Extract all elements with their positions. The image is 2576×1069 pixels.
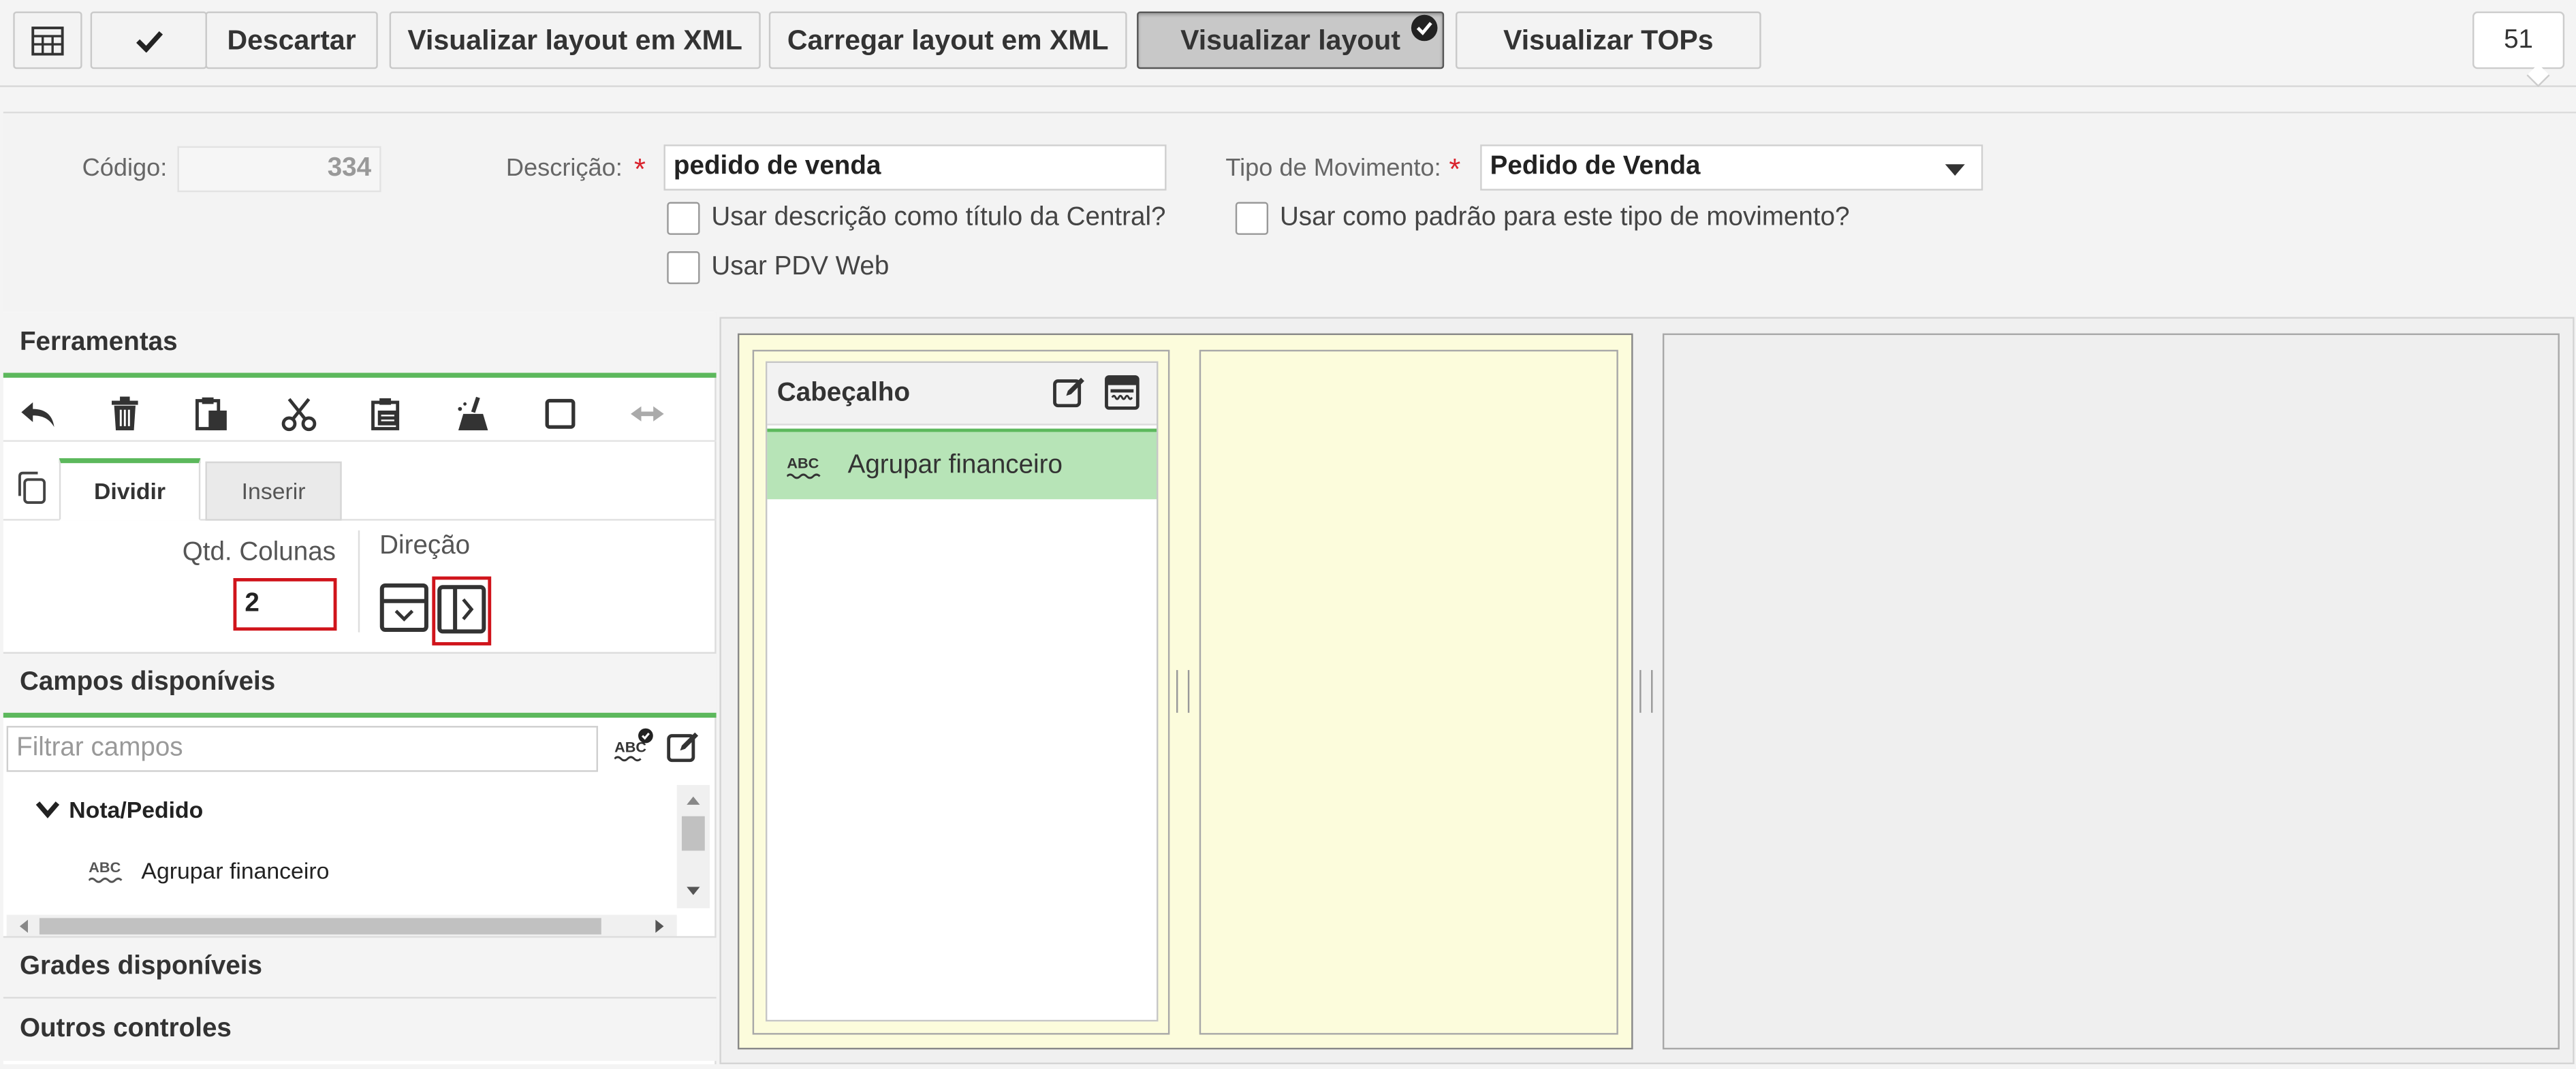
confirm-button[interactable]: [90, 11, 207, 69]
check-icon: [134, 29, 163, 52]
fields-horizontal-scrollbar[interactable]: [6, 914, 677, 938]
checkbox-box[interactable]: [667, 251, 700, 285]
broom-icon[interactable]: [455, 396, 491, 432]
use-default-checkbox[interactable]: Usar como padrão para este tipo de movim…: [1235, 202, 1850, 235]
other-controls-header[interactable]: Outros controles: [3, 997, 717, 1062]
view-xml-button[interactable]: Visualizar layout em XML: [389, 11, 761, 69]
header-card[interactable]: Cabeçalho ABC Agrupar financeiro: [765, 361, 1159, 1022]
movement-type-label: Tipo de Movimento:: [1225, 154, 1441, 182]
view-layout-label: Visualizar layout: [1180, 23, 1401, 55]
card-title-label: Cabeçalho: [776, 378, 911, 406]
checkbox-box[interactable]: [1235, 202, 1269, 235]
toolbar: Descartar Visualizar layout em XML Carre…: [0, 0, 2576, 88]
description-field[interactable]: pedido de venda: [663, 144, 1167, 191]
copy-icon[interactable]: [15, 470, 48, 514]
square-icon[interactable]: [542, 396, 578, 432]
svg-text:ABC: ABC: [89, 859, 121, 876]
abc-icon: ABC: [89, 859, 123, 883]
canvas-field-agrupar-financeiro[interactable]: ABC Agrupar financeiro: [767, 428, 1157, 500]
tree-item-agrupar-financeiro[interactable]: ABC Agrupar financeiro: [89, 856, 329, 885]
qty-columns-label: Qtd. Colunas: [182, 539, 336, 567]
tools-tabs: Dividir Inserir: [3, 442, 717, 521]
load-xml-button[interactable]: Carregar layout em XML: [768, 11, 1127, 69]
description-label: Descrição:: [505, 154, 623, 182]
cut-icon[interactable]: [281, 396, 317, 432]
swap-arrows-icon: [629, 396, 665, 432]
tree-item-label: Agrupar financeiro: [141, 857, 330, 884]
canvas-field-label: Agrupar financeiro: [847, 451, 1063, 479]
tab-inserir[interactable]: Inserir: [205, 461, 342, 521]
movement-type-value: Pedido de Venda: [1490, 153, 1701, 181]
tools-icons-row: [3, 384, 717, 442]
required-mark: *: [634, 153, 646, 186]
paste-icon[interactable]: [194, 396, 230, 432]
movement-type-select[interactable]: Pedido de Venda: [1480, 144, 1983, 191]
fields-header[interactable]: Campos disponíveis: [3, 652, 717, 718]
grid-view-button[interactable]: [13, 11, 82, 69]
split-vertical-icon: [379, 583, 428, 633]
svg-text:ABC: ABC: [787, 453, 819, 470]
use-description-title-label: Usar descrição como título da Central?: [711, 204, 1166, 232]
use-default-label: Usar como padrão para este tipo de movim…: [1279, 204, 1850, 232]
use-pdv-web-checkbox[interactable]: Usar PDV Web: [667, 251, 890, 285]
tree-group-label: Nota/Pedido: [69, 796, 204, 823]
fields-vertical-scrollbar[interactable]: [676, 784, 710, 908]
code-field: 334: [177, 146, 381, 193]
view-layout-button[interactable]: Visualizar layout: [1137, 11, 1445, 69]
trash-icon[interactable]: [107, 396, 143, 432]
tools-header[interactable]: Ferramentas: [3, 312, 717, 378]
chevron-down-icon: [1945, 164, 1965, 176]
grids-header[interactable]: Grades disponíveis: [3, 936, 717, 998]
tree-group-nota-pedido[interactable]: Nota/Pedido: [35, 796, 204, 823]
notification-counter[interactable]: 51: [2472, 11, 2565, 69]
edit-icon[interactable]: [665, 729, 702, 773]
direction-label: Direção: [379, 532, 471, 560]
split-horizontal-icon: [437, 585, 486, 634]
header-card-title: Cabeçalho: [767, 363, 1157, 426]
code-label: Código:: [82, 154, 168, 182]
direction-horizontal-button[interactable]: [437, 584, 486, 635]
tab-dividir[interactable]: Dividir: [59, 458, 201, 521]
view-tops-button[interactable]: Visualizar TOPs: [1456, 11, 1761, 69]
abc-check-icon[interactable]: ABC: [614, 728, 654, 776]
filter-fields-input[interactable]: Filtrar campos: [6, 726, 598, 772]
grid-icon: [31, 25, 64, 55]
check-badge-icon: [1411, 14, 1438, 42]
direction-vertical-button[interactable]: [379, 583, 429, 633]
chevron-down-icon: [35, 801, 60, 818]
checkbox-box[interactable]: [667, 202, 700, 235]
layout-form: Código: 334 Descrição: * pedido de venda…: [3, 112, 2576, 310]
preview-area: [1662, 333, 2560, 1050]
edit-icon[interactable]: [1052, 374, 1088, 419]
column-splitter[interactable]: [1176, 670, 1190, 713]
undo-icon[interactable]: [20, 396, 56, 432]
required-mark: *: [1449, 153, 1461, 186]
panel-icon[interactable]: [1104, 374, 1140, 419]
layout-editor: Descartar Visualizar layout em XML Carre…: [0, 0, 2576, 1069]
abc-icon: ABC: [787, 453, 821, 479]
column-splitter[interactable]: [1639, 670, 1653, 713]
qty-columns-input[interactable]: 2: [233, 578, 337, 631]
layout-column-2[interactable]: [1199, 349, 1618, 1035]
clipboard-icon[interactable]: [368, 396, 404, 432]
divider: [358, 530, 360, 633]
use-description-title-checkbox[interactable]: Usar descrição como título da Central?: [667, 202, 1165, 235]
discard-button[interactable]: Descartar: [205, 11, 378, 69]
use-pdv-web-label: Usar PDV Web: [711, 253, 890, 281]
